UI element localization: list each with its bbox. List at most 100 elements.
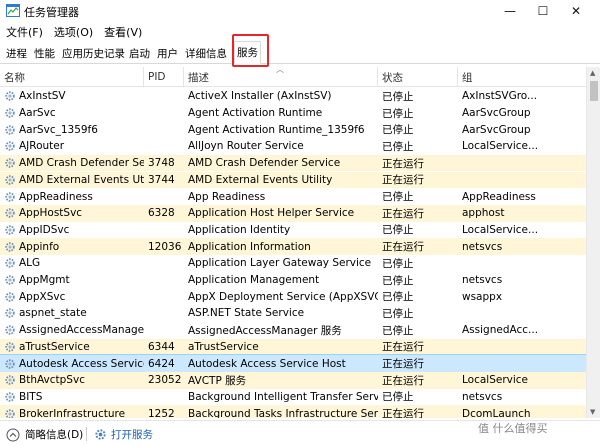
service-row[interactable]: AxInstSV ActiveX Installer (AxInstSV) 已停止 A… (0, 88, 586, 105)
service-row[interactable]: Autodesk Access Service... 6424 Autodesk A… (0, 354, 586, 373)
service-name: AMD Crash Defender Se... (19, 157, 144, 170)
service-row[interactable]: BrokerInfrastructure 1252 Background Tasks… (0, 405, 586, 418)
service-group: AppReadiness (462, 190, 536, 203)
service-group: netsvcs (458, 238, 586, 255)
service-description: Application Management (188, 274, 320, 287)
task-manager-icon (6, 4, 20, 17)
service-group (458, 305, 586, 322)
service-group (458, 171, 586, 189)
service-pid: 12036 (144, 238, 184, 255)
service-name-cell: AMD External Events Utili... (0, 171, 144, 189)
window-title: 任务管理器 (24, 6, 79, 19)
maximize-button[interactable]: ☐ (528, 0, 558, 22)
service-name-cell: Autodesk Access Service... (0, 355, 144, 372)
service-pid (144, 322, 184, 339)
service-description: Application Layer Gateway Service (188, 257, 372, 270)
service-row[interactable]: AJRouter AllJoyn Router Service 已停止 LocalSe… (0, 138, 586, 155)
service-description: Autodesk Access Service Host (188, 357, 346, 370)
service-row[interactable]: AppMgmt Application Management 已停止 netsvcs (0, 272, 586, 289)
column-header-name[interactable]: 名称 (0, 67, 144, 87)
close-button[interactable]: ✕ (561, 0, 591, 22)
service-status: 正在运行 (378, 154, 458, 172)
service-status: 正在运行 (382, 358, 424, 371)
column-header-group[interactable]: 组 (458, 67, 586, 87)
service-group: AarSvcGroup (462, 107, 531, 120)
service-status: 正在运行 (378, 338, 458, 356)
open-services-link[interactable]: 打开服务 (94, 427, 153, 442)
tab-users[interactable]: 用户 (155, 43, 180, 63)
service-status: 已停止 (382, 307, 414, 320)
service-row[interactable]: ALG Application Layer Gateway Service 已停止 (0, 255, 586, 272)
service-row[interactable]: AppIDSvc Application Identity 已停止 LocalServ… (0, 222, 586, 239)
service-row[interactable]: Appinfo 12036 Application Information 正在运行 n… (0, 238, 586, 255)
column-header-pid[interactable]: PID (144, 67, 184, 87)
open-services-label: 打开服务 (111, 429, 153, 441)
service-group: AxInstSVGro... (462, 90, 538, 103)
menu-options[interactable]: 选项(O) (49, 22, 98, 40)
service-name: AJRouter (19, 140, 65, 153)
service-gear-icon (5, 91, 15, 102)
service-name-cell: aspnet_state (0, 305, 144, 322)
service-row[interactable]: AMD External Events Utili...3744AMD Exte… (0, 171, 586, 189)
service-name-cell: AssignedAccessManager... (0, 322, 144, 339)
service-pid: 1252 (144, 405, 184, 418)
tab-app-history[interactable]: 应用历史记录 (60, 43, 127, 63)
service-gear-icon (5, 241, 15, 252)
service-row[interactable]: AppHostSvc 6328 Application Host Helper Se… (0, 204, 586, 222)
service-status: 已停止 (382, 191, 414, 204)
service-description: App Readiness (188, 190, 266, 203)
service-status: 已停止 (382, 274, 414, 287)
chevron-up-circle-icon (6, 428, 20, 441)
service-row[interactable]: AppReadiness App Readiness 已停止 AppReadiness (0, 188, 586, 205)
service-status: 已停止 (382, 224, 414, 237)
title-bar: 任务管理器 — ☐ ✕ (0, 0, 600, 22)
service-name: AppHostSvc (19, 207, 83, 220)
service-name-cell: AppIDSvc (0, 222, 144, 239)
service-row[interactable]: AppXSvc AppX Deployment Service (AppXSVC)… (0, 288, 586, 305)
service-gear-icon (5, 175, 15, 185)
service-name-cell: AarSvc_1359f6 (0, 121, 144, 138)
service-row[interactable]: AssignedAccessManager... AssignedAccessMa… (0, 322, 586, 339)
tab-performance[interactable]: 性能 (32, 43, 57, 63)
service-row[interactable]: AMD Crash Defender Se... 3748 AMD Crash De… (0, 154, 586, 172)
service-status: 正在运行 (378, 171, 458, 189)
service-name-cell: AppMgmt (0, 272, 144, 289)
minimize-button[interactable]: — (495, 0, 525, 22)
service-pid (144, 389, 184, 406)
service-name-cell: AppReadiness (0, 188, 144, 205)
service-row[interactable]: AarSvc Agent Activation Runtime 已停止 AarSvcG… (0, 105, 586, 122)
service-name-cell: AxInstSV (0, 88, 144, 105)
scrollbar-thumb[interactable] (590, 81, 598, 101)
menu-view[interactable]: 查看(V) (99, 22, 147, 40)
service-gear-icon (5, 325, 15, 335)
vertical-scrollbar[interactable]: ▲ ▼ (586, 67, 600, 418)
service-name: AxInstSV (19, 90, 66, 103)
service-group: AssignedAcc... (462, 324, 539, 337)
fewer-details-button[interactable]: 简略信息(D) (6, 427, 83, 442)
menu-file[interactable]: 文件(F) (1, 22, 48, 40)
service-group: LocalService (458, 371, 586, 389)
service-group (458, 338, 586, 356)
service-name: aspnet_state (19, 307, 87, 320)
service-gear-icon (5, 141, 15, 152)
scroll-up-arrow-icon[interactable]: ▲ (590, 69, 595, 77)
tab-details[interactable]: 详细信息 (183, 43, 229, 63)
service-pid (144, 105, 184, 122)
service-name: AarSvc (19, 107, 56, 120)
service-group (458, 154, 586, 172)
service-row[interactable]: AarSvc_1359f6 Agent Activation Runtime_13… (0, 121, 586, 138)
service-row[interactable]: aspnet_state ASP.NET State Service 已停止 (0, 305, 586, 322)
service-group: AarSvcGroup (462, 123, 531, 136)
highlight-box (232, 34, 269, 67)
tab-processes[interactable]: 进程 (4, 43, 29, 63)
service-description: AppX Deployment Service (AppXSVC) (188, 290, 378, 303)
service-row[interactable]: aTrustService 6344 aTrustService 正在运行 (0, 338, 586, 356)
service-description: AVCTP 服务 (184, 371, 378, 389)
tab-strip: 进程 性能 应用历史记录 启动 用户 详细信息 服务 (0, 40, 600, 64)
service-gear-icon (5, 125, 15, 135)
service-row[interactable]: BthAvctpSvc 23052 AVCTP 服务 正在运行 LocalService (0, 371, 586, 389)
tab-startup[interactable]: 启动 (127, 43, 152, 63)
service-row[interactable]: BITS Background Intelligent Transfer Serv… (0, 389, 586, 406)
column-header-status[interactable]: 状态 (378, 67, 458, 87)
scroll-down-arrow-icon[interactable]: ▼ (590, 408, 595, 416)
